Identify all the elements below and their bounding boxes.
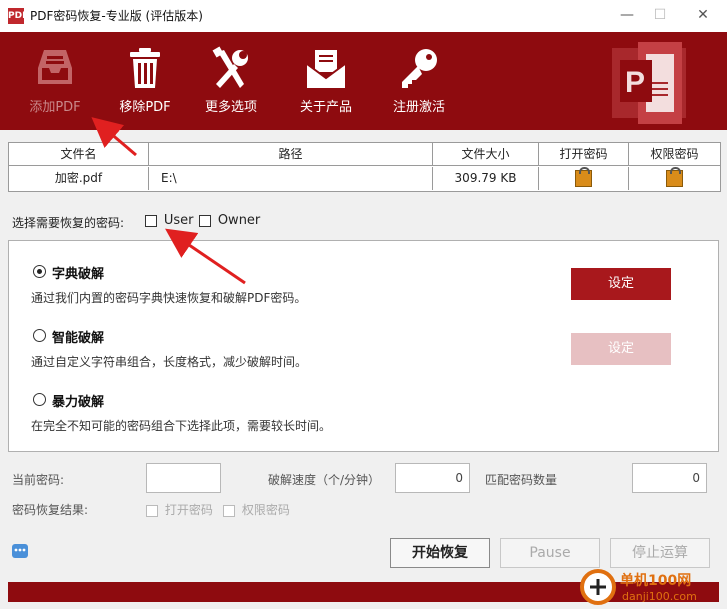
window-title: PDF密码恢复-专业版 (评估版本) bbox=[30, 9, 203, 23]
owner-checkbox-group[interactable]: Owner bbox=[199, 213, 260, 228]
password-type-label: 选择需要恢复的密码: bbox=[12, 216, 125, 230]
dictionary-title[interactable]: 字典破解 bbox=[52, 263, 104, 282]
svg-text:P: P bbox=[625, 66, 645, 99]
speed-field[interactable]: 0 bbox=[395, 463, 470, 493]
lock-icon bbox=[575, 167, 592, 187]
lock-icon bbox=[666, 167, 683, 187]
dictionary-settings-button[interactable]: 设定 bbox=[571, 268, 671, 300]
about-label: 关于产品 bbox=[299, 100, 352, 115]
watermark-text-url: danji100.com bbox=[622, 590, 697, 603]
toolbar: 添加PDF 移除PDF 更多选项 关于产品 注册激活 P bbox=[0, 32, 727, 130]
inbox-tray-icon bbox=[38, 50, 72, 84]
owner-label: Owner bbox=[217, 213, 261, 228]
dictionary-desc: 通过我们内置的密码字典快速恢复和破解PDF密码。 bbox=[31, 291, 307, 305]
register-label: 注册激活 bbox=[392, 100, 445, 115]
about-button[interactable]: 关于产品 bbox=[289, 32, 363, 130]
attack-options-panel: 字典破解 通过我们内置的密码字典快速恢复和破解PDF密码。 设定 智能破解 通过… bbox=[8, 240, 719, 452]
match-count-field[interactable]: 0 bbox=[632, 463, 707, 493]
file-table: 文件名 路径 文件大小 打开密码 权限密码 加密.pdf E:\ 309.79 … bbox=[8, 142, 721, 192]
user-checkbox-group[interactable]: User bbox=[145, 213, 193, 228]
remove-pdf-button[interactable]: 移除PDF bbox=[108, 32, 182, 130]
result-open-checkbox[interactable] bbox=[146, 504, 158, 517]
result-label: 密码恢复结果: bbox=[12, 503, 89, 517]
result-open-label: 打开密码 bbox=[164, 503, 213, 517]
more-options-label: 更多选项 bbox=[204, 100, 257, 115]
smart-radio[interactable] bbox=[33, 329, 46, 342]
current-password-label: 当前密码: bbox=[12, 473, 65, 487]
col-header-size[interactable]: 文件大小 bbox=[433, 143, 539, 166]
cell-path[interactable]: E:\ bbox=[149, 167, 433, 190]
maximize-button[interactable]: ☐ bbox=[640, 0, 680, 32]
match-count-label: 匹配密码数量 bbox=[485, 473, 558, 487]
result-perm-group[interactable]: 权限密码 bbox=[223, 501, 290, 518]
add-pdf-label: 添加PDF bbox=[29, 100, 81, 115]
smart-settings-button[interactable]: 设定 bbox=[571, 333, 671, 365]
result-perm-label: 权限密码 bbox=[241, 503, 290, 517]
cell-size[interactable]: 309.79 KB bbox=[433, 167, 539, 190]
dictionary-radio[interactable] bbox=[33, 265, 46, 278]
result-open-group[interactable]: 打开密码 bbox=[146, 501, 213, 518]
register-button[interactable]: 注册激活 bbox=[381, 32, 457, 130]
col-header-filename[interactable]: 文件名 bbox=[9, 143, 149, 166]
cell-filename[interactable]: 加密.pdf bbox=[9, 167, 149, 190]
owner-checkbox[interactable] bbox=[199, 214, 211, 227]
current-password-field[interactable] bbox=[146, 463, 221, 493]
watermark-logo-icon bbox=[580, 569, 616, 605]
user-checkbox[interactable] bbox=[145, 214, 157, 227]
col-header-open-pw[interactable]: 打开密码 bbox=[539, 143, 629, 166]
user-label: User bbox=[163, 213, 194, 228]
more-options-button[interactable]: 更多选项 bbox=[194, 32, 268, 130]
smart-desc: 通过自定义字符串组合，长度格式，减少破解时间。 bbox=[31, 355, 308, 369]
cell-open-pw[interactable] bbox=[539, 167, 629, 190]
add-pdf-button[interactable]: 添加PDF bbox=[18, 32, 92, 130]
watermark: 单机100网 danji100.com bbox=[578, 568, 718, 606]
smart-title[interactable]: 智能破解 bbox=[52, 327, 104, 346]
col-header-perm-pw[interactable]: 权限密码 bbox=[629, 143, 720, 166]
pause-button[interactable]: Pause bbox=[500, 538, 600, 568]
app-icon: PDF bbox=[8, 8, 28, 24]
stop-button[interactable]: 停止运算 bbox=[610, 538, 710, 568]
pdf-logo-icon: P bbox=[612, 42, 686, 124]
result-perm-checkbox[interactable] bbox=[223, 504, 235, 517]
trash-icon bbox=[130, 48, 160, 88]
close-button[interactable]: ✕ bbox=[683, 0, 723, 32]
brute-desc: 在完全不知可能的密码组合下选择此项，需要较长时间。 bbox=[31, 419, 332, 433]
brute-radio[interactable] bbox=[33, 393, 46, 406]
key-icon bbox=[402, 49, 437, 88]
speed-label: 破解速度（个/分钟） bbox=[268, 473, 381, 487]
start-recovery-button[interactable]: 开始恢复 bbox=[390, 538, 490, 568]
title-bar: PDF PDF密码恢复-专业版 (评估版本) — ☐ ✕ bbox=[0, 0, 727, 32]
col-header-path[interactable]: 路径 bbox=[149, 143, 433, 166]
cell-perm-pw[interactable] bbox=[629, 167, 720, 190]
remove-pdf-label: 移除PDF bbox=[119, 100, 171, 115]
chat-icon[interactable] bbox=[12, 544, 28, 558]
watermark-text-cn: 单机100网 bbox=[620, 573, 692, 589]
envelope-icon bbox=[306, 50, 346, 88]
tools-icon bbox=[212, 46, 248, 88]
chat-dots bbox=[14, 548, 26, 552]
brute-title[interactable]: 暴力破解 bbox=[52, 391, 104, 410]
